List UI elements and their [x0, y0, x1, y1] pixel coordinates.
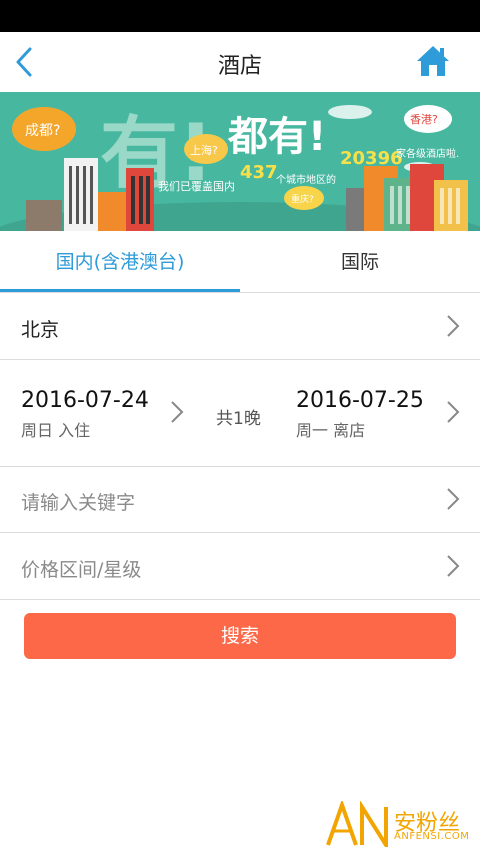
page-title: 酒店	[217, 54, 262, 79]
city-value: 北京	[21, 319, 60, 341]
home-icon[interactable]	[416, 44, 450, 78]
dates-row: 2016-07-24 周日 入住 共1晚 2016-07-25 周一 离店	[0, 360, 480, 467]
tab-domestic[interactable]: 国内(含港澳台)	[0, 232, 240, 292]
price-star-row[interactable]: 价格区间/星级	[0, 533, 480, 600]
banner-line-start: 我们已覆盖国内	[158, 179, 235, 193]
watermark-logo: 安粉丝 ANFENSI.COM	[324, 798, 474, 852]
checkin-date-picker[interactable]: 2016-07-24 周日 入住	[0, 360, 200, 466]
tab-international[interactable]: 国际	[240, 232, 480, 292]
nav-bar: 酒店	[0, 32, 480, 93]
keyword-row[interactable]: 请输入关键字	[0, 467, 480, 533]
banner-big-text-2: 都有!	[227, 114, 326, 160]
chevron-right-icon	[171, 401, 184, 423]
search-button[interactable]: 搜索	[24, 613, 456, 659]
chevron-right-icon	[447, 315, 460, 337]
checkout-date: 2016-07-25	[296, 388, 424, 413]
banner-bubble-chongqing: 重庆?	[291, 193, 314, 205]
banner-num-hotels: 20396	[340, 148, 403, 169]
price-star-filter: 价格区间/星级	[21, 559, 142, 581]
checkout-weekday: 周一 离店	[296, 421, 366, 440]
banner-bubble-chengdu: 成都?	[25, 123, 60, 139]
watermark-an-logo-icon	[326, 798, 388, 852]
watermark-domain: ANFENSI.COM	[394, 831, 470, 842]
banner-bubble-hongkong: 香港?	[410, 113, 438, 126]
keyword-input[interactable]: 请输入关键字	[21, 488, 135, 515]
chevron-right-icon	[447, 488, 460, 510]
nights-count: 共1晚	[216, 409, 261, 429]
banner-num-cities: 437	[240, 162, 278, 183]
chevron-right-icon	[447, 401, 460, 423]
banner-illustration: 有! 都有! 成都? 上海? 香港? 重庆? 我们已覆盖国内 437 个城市地区…	[0, 92, 480, 231]
region-tabs: 国内(含港澳台) 国际	[0, 232, 480, 293]
promo-banner[interactable]: 有! 都有! 成都? 上海? 香港? 重庆? 我们已覆盖国内 437 个城市地区…	[0, 92, 480, 231]
city-row[interactable]: 北京	[0, 293, 480, 360]
checkin-weekday: 周日 入住	[21, 421, 91, 440]
banner-bubble-shanghai: 上海?	[190, 143, 218, 157]
checkin-date: 2016-07-24	[21, 388, 149, 413]
status-bar	[0, 0, 480, 32]
banner-line-mid: 个城市地区的	[276, 173, 336, 186]
banner-line-end: 家各级酒店啦.	[396, 147, 459, 160]
chevron-right-icon	[447, 555, 460, 577]
checkout-date-picker[interactable]: 2016-07-25 周一 离店	[280, 360, 480, 466]
active-tab-indicator	[0, 289, 240, 292]
